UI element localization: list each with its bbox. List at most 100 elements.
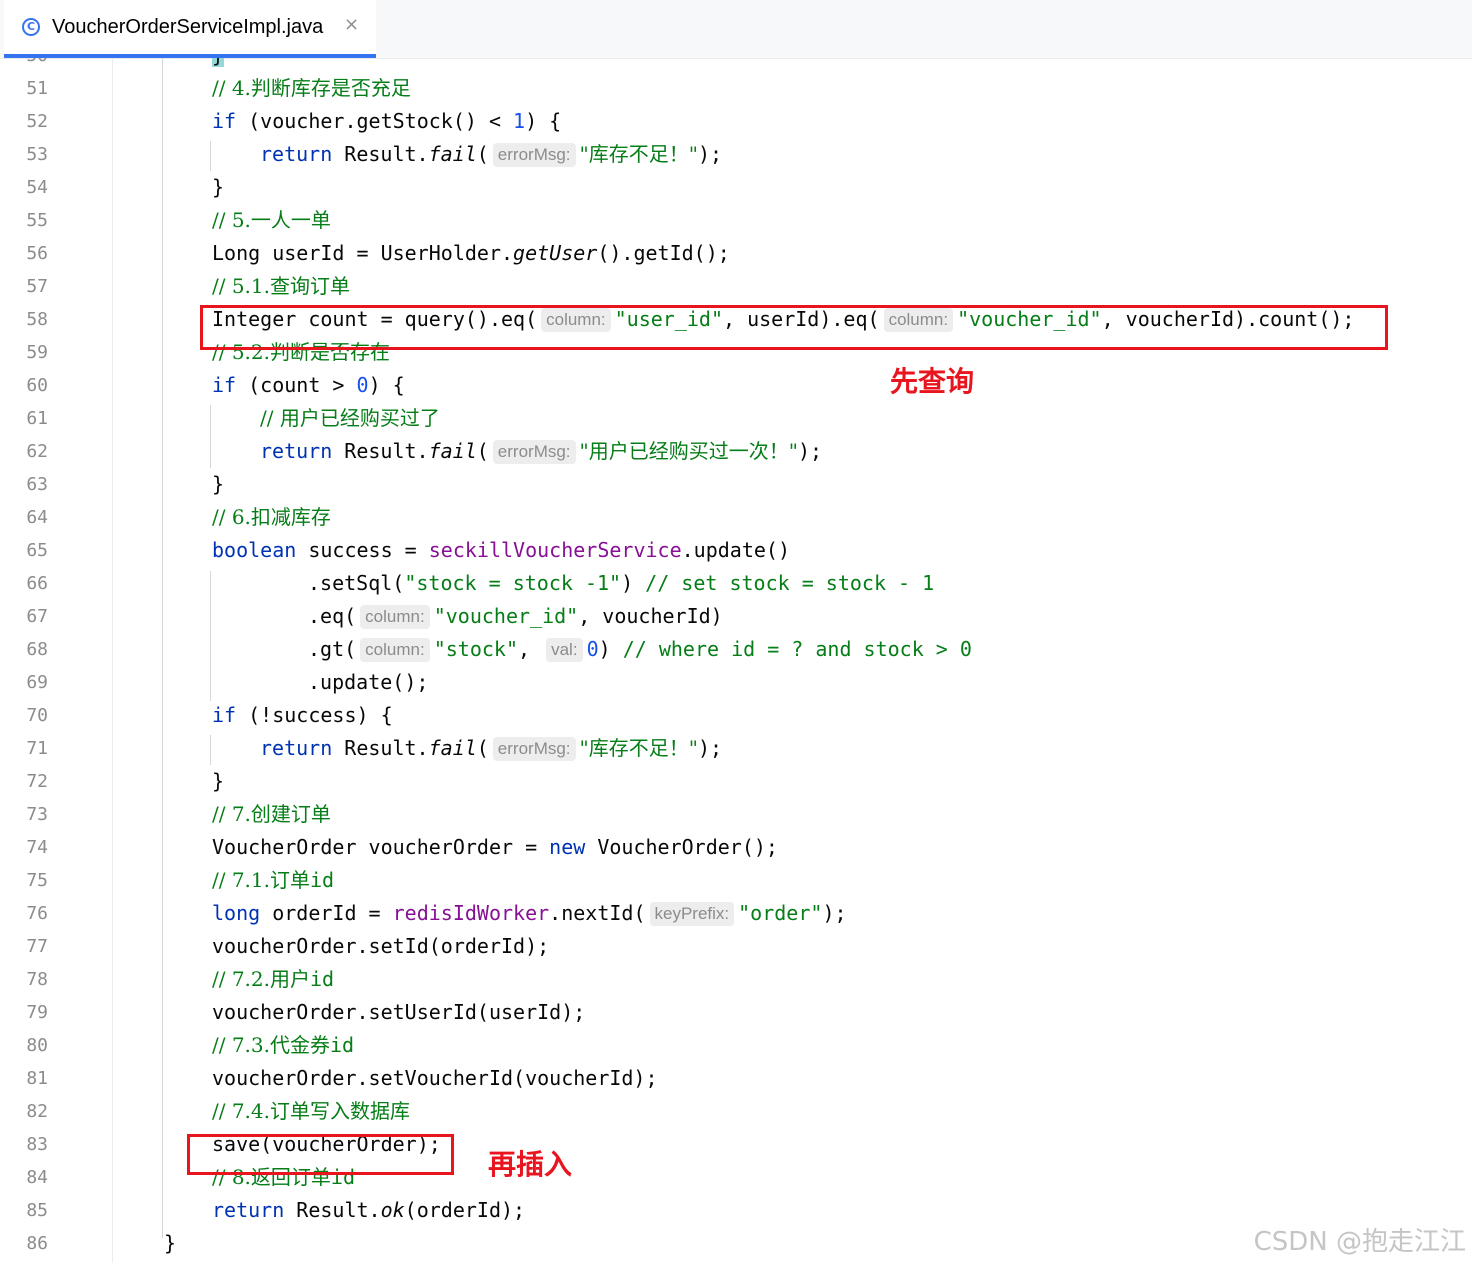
code-line: 53 return Result.fail(errorMsg: "库存不足！"); xyxy=(0,138,1472,171)
line-number: 82 xyxy=(26,1101,48,1122)
line-number: 71 xyxy=(26,738,48,759)
code-line: 77 voucherOrder.setId(orderId); xyxy=(0,930,1472,963)
comment: // 7.3.代金券 xyxy=(212,1033,330,1057)
comment: id xyxy=(310,868,335,892)
watermark: CSDN @抱走江江 xyxy=(1253,1227,1466,1257)
line-number: 79 xyxy=(26,1002,48,1023)
code-line: 70 if (!success) { xyxy=(0,699,1472,732)
code-line: 71 return Result.fail(errorMsg: "库存不足！"); xyxy=(0,732,1472,765)
code-line: 52 if (voucher.getStock() < 1) { xyxy=(0,105,1472,138)
line-number: 52 xyxy=(26,111,48,132)
code-line: 61 // 用户已经购买过了 xyxy=(0,402,1472,435)
code-line: 85 return Result.ok(orderId); xyxy=(0,1194,1472,1227)
string-literal: "用户已经购买过一次！" xyxy=(579,439,798,463)
annotation-query-first: 先查询 xyxy=(890,365,975,398)
comment: // 7.创建订单 xyxy=(212,802,331,826)
code-line: 73 // 7.创建订单 xyxy=(0,798,1472,831)
line-number: 53 xyxy=(26,144,48,165)
code-line: 75 // 7.1.订单id xyxy=(0,864,1472,897)
line-number: 56 xyxy=(26,243,48,264)
code-line: 54} xyxy=(0,171,1472,204)
param-hint: errorMsg: xyxy=(492,143,576,167)
comment: // set stock = stock - 1 xyxy=(645,571,935,595)
highlight-box-insert xyxy=(187,1134,454,1175)
param-hint: errorMsg: xyxy=(492,737,576,761)
comment: // where id = ? and stock > 0 xyxy=(622,637,972,661)
line-number: 69 xyxy=(26,672,48,693)
code-line: 67 .eq(column: "voucher_id", voucherId) xyxy=(0,600,1472,633)
line-number: 74 xyxy=(26,837,48,858)
code-line: 56 Long userId = UserHolder.getUser().get… xyxy=(0,237,1472,270)
comment: id xyxy=(310,967,335,991)
code-line: 66 .setSql("stock = stock -1") // set sto… xyxy=(0,567,1472,600)
code-line: 69 .update(); xyxy=(0,666,1472,699)
string-literal: "库存不足！" xyxy=(579,142,698,166)
comment: // 7.1.订单 xyxy=(212,868,310,892)
line-number: 66 xyxy=(26,573,48,594)
line-number: 61 xyxy=(26,408,48,429)
code-line: 86} xyxy=(0,1227,1472,1260)
line-number: 58 xyxy=(26,309,48,330)
code-line: 65 boolean success = seckillVoucherServic… xyxy=(0,534,1472,567)
line-number: 67 xyxy=(26,606,48,627)
editor-tab-bar: C VoucherOrderServiceImpl.java × xyxy=(0,0,1472,59)
param-hint: errorMsg: xyxy=(492,440,576,464)
code-line: 72} xyxy=(0,765,1472,798)
line-number: 83 xyxy=(26,1134,48,1155)
line-number: 86 xyxy=(26,1233,48,1254)
comment: // 用户已经购买过了 xyxy=(260,406,440,430)
line-number: 85 xyxy=(26,1200,48,1221)
code-line: 74 VoucherOrder voucherOrder = new Vouche… xyxy=(0,831,1472,864)
param-hint: column: xyxy=(360,638,430,662)
code-line: 82 // 7.4.订单写入数据库 xyxy=(0,1095,1472,1128)
string-literal: "voucher_id" xyxy=(433,604,579,628)
java-class-icon: C xyxy=(22,18,40,36)
line-number: 73 xyxy=(26,804,48,825)
tab-voucher-order-service-impl[interactable]: C VoucherOrderServiceImpl.java × xyxy=(4,0,376,58)
code-line: 81 voucherOrder.setVoucherId(voucherId); xyxy=(0,1062,1472,1095)
code-line: 64 // 6.扣减库存 xyxy=(0,501,1472,534)
comment: // 7.4.订单写入数据库 xyxy=(212,1099,410,1123)
line-number: 59 xyxy=(26,342,48,363)
line-number: 78 xyxy=(26,969,48,990)
code-line: 68 .gt(column: "stock", val: 0) // where id… xyxy=(0,633,1472,666)
line-number: 68 xyxy=(26,639,48,660)
string-literal: "库存不足！" xyxy=(579,736,698,760)
line-number: 76 xyxy=(26,903,48,924)
code-editor[interactable]: 50} 51 // 4.判断库存是否充足 52if (voucher.getSto… xyxy=(0,58,1472,1263)
code-line: 51 // 4.判断库存是否充足 xyxy=(0,72,1472,105)
code-line: 80 // 7.3.代金券id xyxy=(0,1029,1472,1062)
line-number: 60 xyxy=(26,375,48,396)
line-number: 62 xyxy=(26,441,48,462)
line-number: 84 xyxy=(26,1167,48,1188)
line-number: 65 xyxy=(26,540,48,561)
line-number: 54 xyxy=(26,177,48,198)
line-number: 55 xyxy=(26,210,48,231)
param-hint: column: xyxy=(360,605,430,629)
code-line: 57 // 5.1.查询订单 xyxy=(0,270,1472,303)
line-number: 57 xyxy=(26,276,48,297)
line-number: 80 xyxy=(26,1035,48,1056)
line-number: 70 xyxy=(26,705,48,726)
comment: // 4.判断库存是否充足 xyxy=(212,76,411,100)
code-line: 50} xyxy=(0,58,1472,72)
string-literal: "stock = stock -1" xyxy=(404,571,622,595)
code-line: 55 // 5.一人一单 xyxy=(0,204,1472,237)
line-number: 75 xyxy=(26,870,48,891)
comment: // 5.1.查询订单 xyxy=(212,274,350,298)
line-number: 64 xyxy=(26,507,48,528)
comment: // 7.2.用户 xyxy=(212,967,310,991)
param-hint: keyPrefix: xyxy=(649,902,735,926)
code-line: 63} xyxy=(0,468,1472,501)
line-number: 63 xyxy=(26,474,48,495)
line-number: 72 xyxy=(26,771,48,792)
string-literal: "stock" xyxy=(433,637,518,661)
annotation-insert-then: 再插入 xyxy=(488,1148,573,1181)
close-icon[interactable]: × xyxy=(344,14,359,35)
param-hint: val: xyxy=(546,638,583,662)
line-number: 51 xyxy=(26,78,48,99)
string-literal: "order" xyxy=(738,901,823,925)
code-line: 76 long orderId = redisIdWorker.nextId(ke… xyxy=(0,897,1472,930)
code-lines: 50} 51 // 4.判断库存是否充足 52if (voucher.getSto… xyxy=(0,58,1472,1260)
line-number: 81 xyxy=(26,1068,48,1089)
